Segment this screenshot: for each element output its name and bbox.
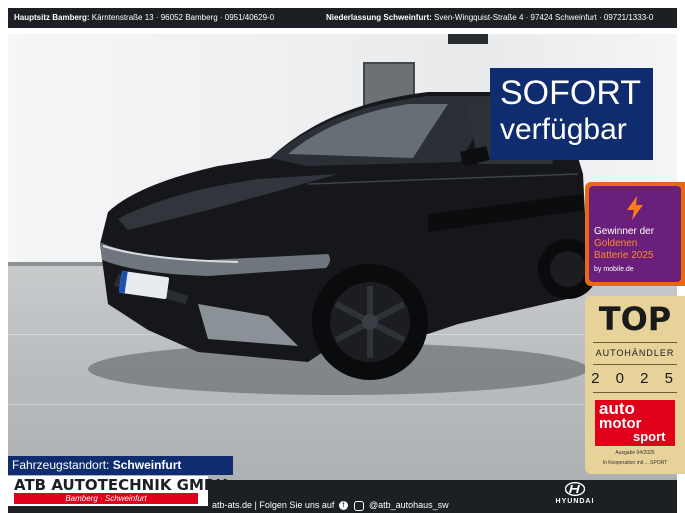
facebook-icon[interactable]: f (338, 501, 348, 511)
branch-info: Niederlassung Schweinfurt: Sven-Wingquis… (326, 8, 653, 28)
vehicle-location: Fahrzeugstandort: Schweinfurt (8, 456, 233, 475)
branch-label: Niederlassung Schweinfurt: (326, 13, 432, 22)
divider (593, 342, 677, 343)
top-partner: In Kooperation mit ... SPORT (602, 460, 668, 466)
hq-info: Hauptsitz Bamberg: Kärntenstraße 13 · 96… (14, 8, 274, 28)
availability-line2: verfügbar (500, 113, 627, 146)
hq-address: Kärntenstraße 13 · 96052 Bamberg · 0951/… (91, 13, 275, 22)
company-locations: Bamberg · Schweinfurt (14, 493, 198, 504)
top-dealer-badge: TOP AUTOHÄNDLER 2 0 2 5 auto motor sport… (585, 296, 685, 474)
hyundai-emblem-icon (565, 482, 585, 496)
social-info: atb-ats.de | Folgen Sie uns auf f @atb_a… (212, 500, 449, 511)
social-handle[interactable]: @atb_autohaus_sw (369, 500, 449, 510)
footer-bar: ATB AUTOTECHNIK GMBH Bamberg · Schweinfu… (8, 476, 677, 513)
battery-award-source: by mobile.de (594, 266, 634, 273)
battery-award-line2: Goldenen (594, 238, 638, 249)
top-issue: Ausgabe 04/2025 (615, 450, 655, 456)
top-year: 2 0 2 5 (591, 370, 679, 387)
location-label: Fahrzeugstandort: (12, 458, 110, 472)
golden-battery-badge: Gewinner der Goldenen Batterie 2025 by m… (585, 182, 685, 286)
company-name: ATB AUTOTECHNIK GMBH (14, 476, 228, 494)
branch-address: Sven-Wingquist-Straße 4 · 97424 Schweinf… (434, 13, 654, 22)
auto-motor-sport-logo: auto motor sport (595, 400, 675, 446)
company-logo: ATB AUTOTECHNIK GMBH Bamberg · Schweinfu… (8, 476, 228, 506)
battery-award-line1: Gewinner der (594, 226, 655, 237)
availability-line1: SOFORT (500, 74, 642, 112)
ad-frame: Hauptsitz Bamberg: Kärntenstraße 13 · 96… (0, 0, 685, 513)
lightning-icon (627, 196, 643, 220)
top-subtitle: AUTOHÄNDLER (595, 348, 675, 358)
hq-label: Hauptsitz Bamberg: (14, 13, 90, 22)
follow-text: Folgen Sie uns auf (259, 500, 335, 510)
battery-award-line3: Batterie 2025 (594, 250, 654, 261)
website-link[interactable]: atb-ats.de (212, 500, 252, 510)
divider (593, 392, 677, 393)
header-bar: Hauptsitz Bamberg: Kärntenstraße 13 · 96… (8, 8, 677, 28)
location-value: Schweinfurt (112, 458, 182, 472)
top-title: TOP (598, 300, 672, 338)
instagram-icon[interactable] (354, 500, 365, 511)
availability-banner: SOFORT verfügbar (490, 68, 653, 160)
divider (593, 364, 677, 365)
ams-line3: sport (633, 429, 666, 444)
golden-battery-inner: Gewinner der Goldenen Batterie 2025 by m… (589, 186, 681, 282)
hyundai-text: HYUNDAI (555, 498, 595, 505)
